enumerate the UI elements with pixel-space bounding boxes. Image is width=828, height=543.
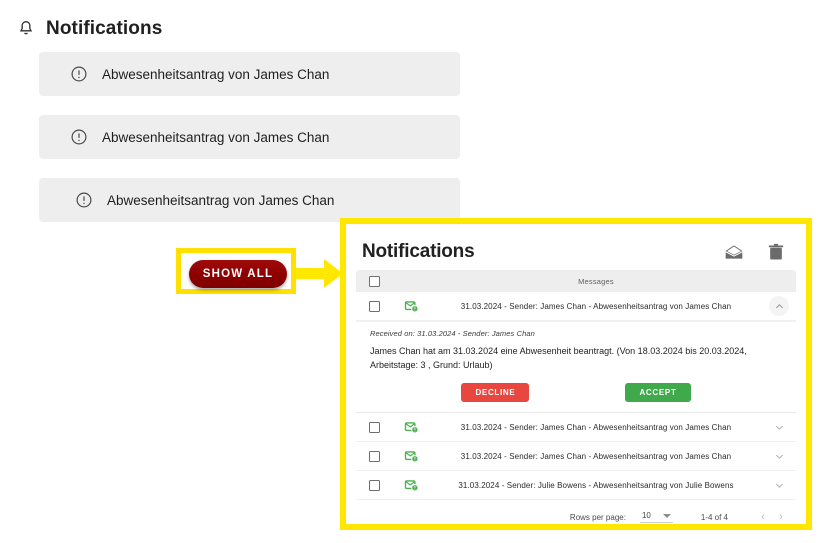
notification-text: Abwesenheitsantrag von James Chan	[107, 192, 335, 208]
decline-button[interactable]: DECLINE	[461, 383, 530, 402]
page-title: Notifications	[46, 18, 163, 39]
row-message-cell: 31.03.2024 - Sender: James Chan - Abwese…	[430, 452, 762, 461]
exclamation-circle-icon	[71, 66, 87, 82]
exclamation-circle-icon	[76, 192, 92, 208]
pagination: Rows per page: 10 1-4 of 4 ‹ ›	[356, 500, 796, 534]
messages-column-header: Messages	[578, 276, 614, 286]
row-checkbox[interactable]	[368, 300, 380, 312]
row-message-cell: 31.03.2024 - Sender: Julie Bowens - Abwe…	[430, 481, 762, 490]
panel-header-actions	[724, 242, 792, 262]
table-header-row: Messages	[356, 270, 796, 292]
row-checkbox[interactable]	[368, 450, 380, 462]
detail-meta: Received on: 31.03.2024 - Sender: James …	[370, 329, 535, 338]
chevron-down-icon[interactable]	[769, 446, 789, 466]
select-all-checkbox[interactable]	[368, 275, 380, 287]
show-all-button[interactable]: SHOW ALL	[189, 260, 287, 288]
show-all-highlight-box: SHOW ALL	[176, 248, 296, 294]
row-select-cell	[356, 479, 392, 491]
notification-card[interactable]: Abwesenheitsantrag von James Chan	[39, 115, 460, 159]
delete-icon[interactable]	[766, 242, 786, 262]
mark-as-read-icon[interactable]	[724, 242, 744, 262]
row-checkbox[interactable]	[368, 479, 380, 491]
exclamation-circle-icon	[71, 129, 87, 145]
row-message: 31.03.2024 - Sender: James Chan - Abwese…	[460, 422, 732, 432]
row-message: 31.03.2024 - Sender: Julie Bowens - Abwe…	[458, 480, 734, 490]
select-all-cell	[356, 275, 392, 287]
mail-unread-icon	[404, 421, 419, 433]
row-message: 31.03.2024 - Sender: James Chan - Abwese…	[460, 451, 732, 461]
row-icon-cell	[392, 449, 430, 464]
row-message-cell: 31.03.2024 - Sender: James Chan - Abwese…	[430, 423, 762, 432]
notification-card[interactable]: Abwesenheitsantrag von James Chan	[39, 52, 460, 96]
bell-icon	[16, 18, 36, 40]
row-select-cell	[356, 300, 392, 312]
rows-per-page-select[interactable]: 10	[639, 511, 673, 523]
screen: Notifications Abwesenheitsantrag von Jam…	[0, 0, 828, 543]
notifications-panel: Notifications Messages 31.03.2024 - Send…	[346, 224, 806, 524]
messages-table: Messages 31.03.2024 - Sender: James Chan…	[356, 270, 796, 534]
message-detail: Received on: 31.03.2024 - Sender: James …	[356, 321, 796, 413]
detail-body: James Chan hat am 31.03.2024 eine Abwese…	[370, 346, 747, 370]
chevron-down-icon[interactable]	[769, 475, 789, 495]
rows-per-page-label: Rows per page:	[569, 512, 626, 522]
notification-text: Abwesenheitsantrag von James Chan	[102, 129, 330, 145]
chevron-up-icon[interactable]	[769, 296, 789, 316]
mail-unread-icon	[404, 479, 419, 491]
table-row[interactable]: 31.03.2024 - Sender: James Chan - Abwese…	[356, 442, 796, 471]
table-row[interactable]: 31.03.2024 - Sender: James Chan - Abwese…	[356, 292, 796, 321]
mail-unread-icon	[404, 450, 419, 462]
annotation-arrow-icon	[296, 259, 343, 288]
row-expand-cell	[762, 446, 796, 466]
row-message-cell: 31.03.2024 - Sender: James Chan - Abwese…	[430, 302, 762, 311]
row-checkbox[interactable]	[368, 421, 380, 433]
row-select-cell	[356, 450, 392, 462]
notifications-panel-highlight: Notifications Messages 31.03.2024 - Send…	[340, 218, 812, 530]
notification-list: Abwesenheitsantrag von James Chan Abwese…	[39, 52, 460, 241]
accept-button[interactable]: ACCEPT	[625, 383, 691, 402]
page-header: Notifications	[16, 18, 162, 40]
chevron-down-icon	[662, 513, 671, 518]
row-expand-cell	[762, 296, 796, 316]
notification-card[interactable]: Abwesenheitsantrag von James Chan	[39, 178, 460, 222]
chevron-down-icon[interactable]	[769, 417, 789, 437]
row-icon-cell	[392, 478, 430, 493]
row-select-cell	[356, 421, 392, 433]
panel-title: Notifications	[362, 241, 475, 262]
rows-per-page-value: 10	[641, 511, 651, 520]
panel-header: Notifications	[356, 234, 796, 270]
row-expand-cell	[762, 475, 796, 495]
next-page-button[interactable]: ›	[772, 508, 790, 526]
table-row[interactable]: 31.03.2024 - Sender: James Chan - Abwese…	[356, 413, 796, 442]
row-icon-cell	[392, 299, 430, 314]
row-icon-cell	[392, 420, 430, 435]
previous-page-button[interactable]: ‹	[754, 508, 772, 526]
row-message: 31.03.2024 - Sender: James Chan - Abwese…	[460, 301, 732, 311]
mail-unread-icon	[404, 300, 419, 312]
pagination-range: 1-4 of 4	[700, 512, 728, 522]
notification-text: Abwesenheitsantrag von James Chan	[102, 66, 330, 82]
detail-actions: DECLINE ACCEPT	[370, 383, 782, 402]
row-expand-cell	[762, 417, 796, 437]
table-row[interactable]: 31.03.2024 - Sender: Julie Bowens - Abwe…	[356, 471, 796, 500]
